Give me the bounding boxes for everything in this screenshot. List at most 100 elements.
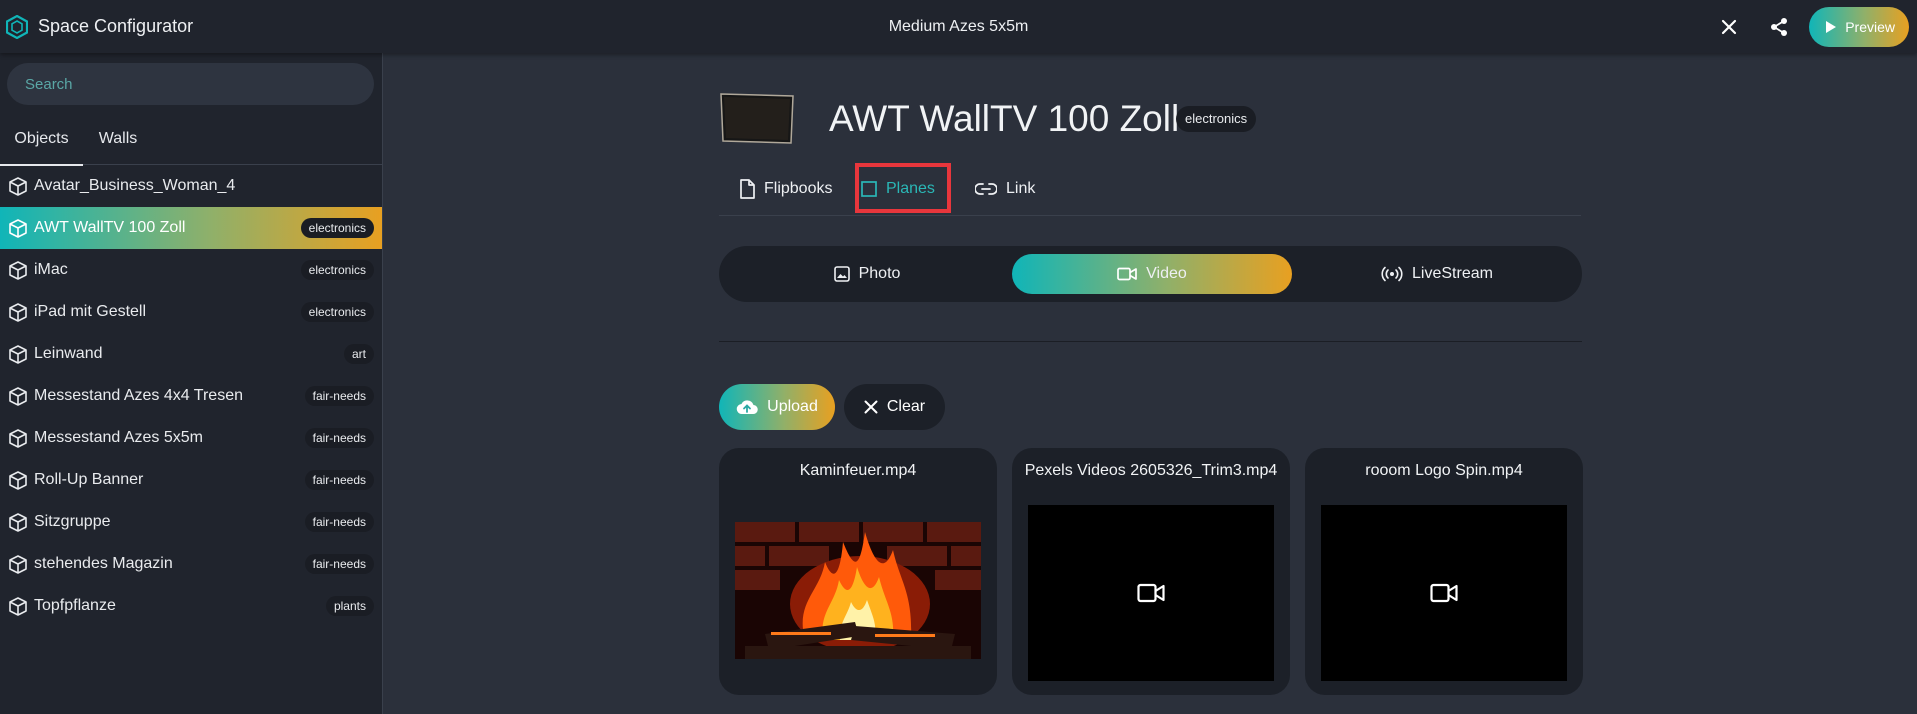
list-item[interactable]: Sitzgruppe fair-needs [0, 501, 382, 543]
top-bar: Space Configurator Medium Azes 5x5m Prev… [0, 0, 1917, 53]
preview-button[interactable]: Preview [1809, 6, 1909, 47]
video-filename: Pexels Videos 2605326_Trim3.mp4 [1024, 462, 1278, 479]
list-item[interactable]: Topfpflanze plants [0, 585, 382, 627]
brand: Space Configurator [6, 0, 193, 53]
cloud-upload-icon [736, 400, 758, 415]
cube-icon [9, 177, 27, 196]
list-item-label: iPad mit Gestell [34, 303, 147, 320]
video-camera-icon [1430, 583, 1458, 603]
video-camera-icon [1137, 583, 1165, 603]
tab-walls[interactable]: Walls [83, 115, 153, 164]
list-item-label: stehendes Magazin [34, 555, 173, 572]
category-badge: electronics [300, 218, 374, 238]
list-item-label: Messestand Azes 4x4 Tresen [34, 387, 243, 404]
category-badge: electronics [300, 260, 374, 280]
cube-icon [9, 513, 27, 532]
video-placeholder [1321, 505, 1567, 681]
object-category-badge: electronics [1176, 106, 1257, 132]
broadcast-icon [1381, 266, 1403, 282]
tab-flipbooks[interactable]: Flipbooks [739, 163, 832, 215]
category-badge: fair-needs [304, 386, 374, 406]
tab-label: Flipbooks [764, 180, 833, 197]
video-card[interactable]: rooom Logo Spin.mp4 [1305, 448, 1583, 695]
preview-label: Preview [1845, 18, 1895, 35]
list-item[interactable]: iMac electronics [0, 249, 382, 291]
cube-icon [9, 555, 27, 574]
media-type-video[interactable]: Video [1012, 254, 1292, 294]
close-icon [864, 400, 878, 414]
video-card[interactable]: Pexels Videos 2605326_Trim3.mp4 [1012, 448, 1290, 695]
list-item-label: Topfpflanze [34, 597, 116, 614]
cube-icon [9, 303, 27, 322]
list-item[interactable]: Messestand Azes 5x5m fair-needs [0, 417, 382, 459]
category-badge: fair-needs [304, 554, 374, 574]
close-icon [1722, 19, 1737, 34]
image-icon [833, 266, 850, 282]
video-camera-icon [1117, 267, 1138, 281]
list-item[interactable]: Avatar_Business_Woman_4 [0, 165, 382, 207]
list-item-label: Messestand Azes 5x5m [34, 429, 203, 446]
app-title: Space Configurator [38, 16, 194, 36]
upload-label: Upload [767, 398, 818, 415]
tab-link[interactable]: Link [975, 163, 1035, 215]
window-title: Medium Azes 5x5m [888, 18, 1029, 35]
list-item[interactable]: Leinwand art [0, 333, 382, 375]
object-list: Avatar_Business_Woman_4 AWT WallTV 100 Z… [0, 165, 382, 627]
sidebar-tabs: Objects Walls [0, 115, 382, 166]
cube-logo-icon [6, 14, 28, 39]
list-item-selected[interactable]: AWT WallTV 100 Zoll electronics [0, 207, 382, 249]
category-badge: fair-needs [304, 470, 374, 490]
fireplace-thumbnail-icon [735, 522, 981, 659]
document-icon [740, 179, 755, 199]
list-item-label: Roll-Up Banner [34, 471, 144, 488]
category-badge: electronics [300, 302, 374, 322]
search-input[interactable] [7, 63, 374, 105]
media-type-label: LiveStream [1412, 265, 1493, 282]
object-tabs: Flipbooks Planes Link [719, 163, 1581, 216]
object-thumbnail [720, 93, 794, 144]
tab-objects[interactable]: Objects [0, 115, 83, 166]
clear-button[interactable]: Clear [844, 384, 945, 430]
clear-label: Clear [886, 398, 926, 415]
category-badge: art [343, 344, 374, 364]
media-type-photo[interactable]: Photo [727, 254, 1007, 294]
category-badge: plants [325, 596, 374, 616]
media-type-livestream[interactable]: LiveStream [1297, 254, 1577, 294]
cube-icon [9, 387, 27, 406]
upload-button[interactable]: Upload [719, 384, 835, 430]
sidebar: Objects Walls Avatar_Business_Woman_4 AW… [0, 53, 383, 714]
video-thumbnail [735, 522, 981, 659]
cube-icon [9, 597, 27, 616]
list-item[interactable]: stehendes Magazin fair-needs [0, 543, 382, 585]
list-item-label: Leinwand [34, 345, 103, 362]
media-type-label: Video [1146, 265, 1187, 282]
list-item-label: AWT WallTV 100 Zoll [34, 219, 186, 236]
category-badge: fair-needs [304, 512, 374, 532]
list-item-label: Avatar_Business_Woman_4 [34, 177, 236, 194]
media-type-label: Photo [858, 265, 901, 282]
play-icon [1826, 20, 1837, 33]
tab-label: Link [1006, 180, 1036, 197]
divider [719, 341, 1582, 342]
cube-icon [9, 471, 27, 490]
share-button[interactable] [1759, 7, 1799, 47]
category-badge: fair-needs [304, 428, 374, 448]
link-icon [975, 183, 997, 195]
cube-icon [9, 345, 27, 364]
video-placeholder [1028, 505, 1274, 681]
cube-icon [9, 219, 27, 238]
list-item[interactable]: iPad mit Gestell electronics [0, 291, 382, 333]
list-item[interactable]: Roll-Up Banner fair-needs [0, 459, 382, 501]
list-item-label: Sitzgruppe [34, 513, 111, 530]
list-item[interactable]: Messestand Azes 4x4 Tresen fair-needs [0, 375, 382, 417]
video-filename: rooom Logo Spin.mp4 [1365, 462, 1523, 479]
top-actions: Preview [1709, 0, 1909, 53]
list-item-label: iMac [34, 261, 68, 278]
main-panel: AWT WallTV 100 Zoll electronics Flipbook… [383, 53, 1917, 714]
close-button[interactable] [1709, 7, 1749, 47]
cube-icon [9, 429, 27, 448]
media-type-selector: Photo Video LiveStream [719, 246, 1582, 302]
video-card-selected[interactable]: Kaminfeuer.mp4 [719, 448, 997, 695]
video-filename: Kaminfeuer.mp4 [799, 462, 917, 479]
selection-highlight [855, 163, 951, 213]
